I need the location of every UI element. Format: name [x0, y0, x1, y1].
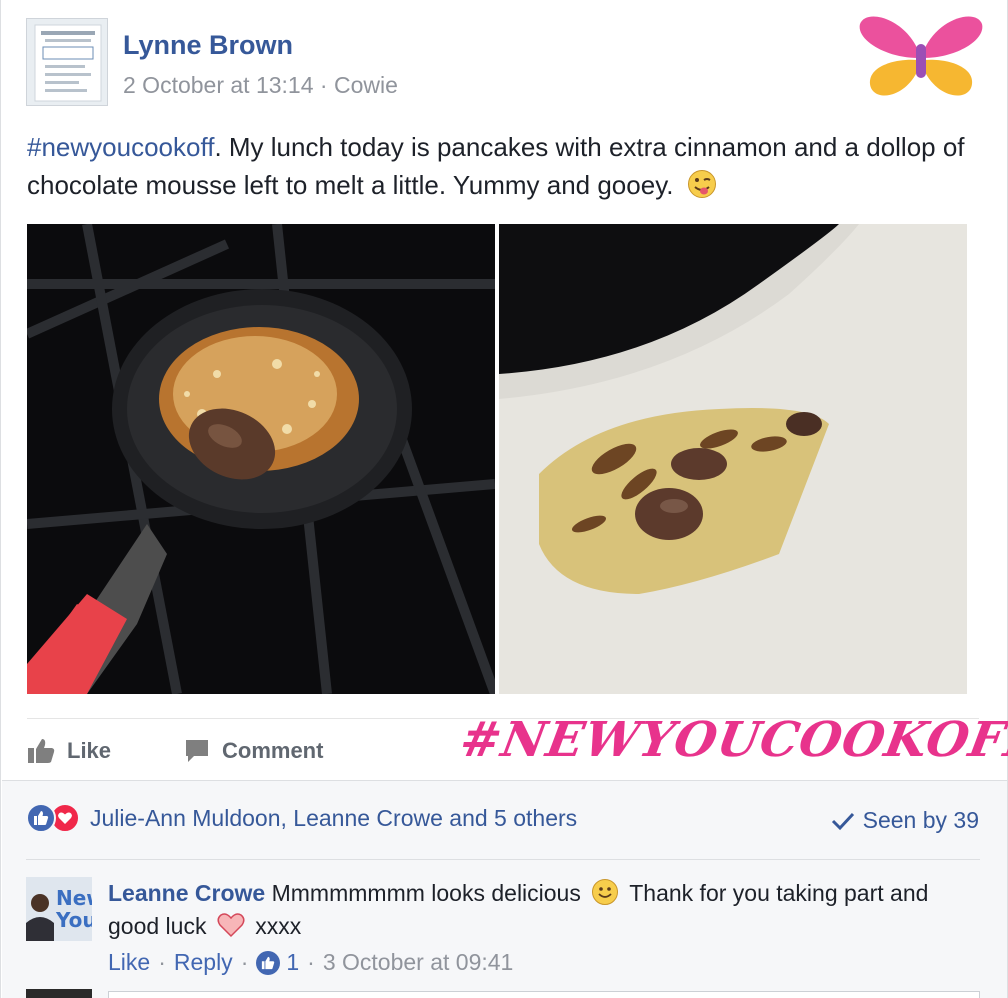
comment-text-part3: xxxx [255, 913, 302, 939]
comment-label: Comment [222, 738, 324, 763]
comment-date[interactable]: 3 October at 09:41 [323, 949, 514, 976]
thumbs-up-icon [28, 739, 55, 763]
svg-text:New: New [56, 886, 92, 910]
butterfly-logo [859, 16, 983, 96]
comment-icon [186, 740, 208, 762]
winking-tongue-emoji-icon [687, 170, 716, 198]
commenter-avatar[interactable]: New You [26, 877, 92, 941]
author-avatar[interactable] [26, 18, 108, 106]
smiley-emoji-icon [592, 879, 619, 905]
like-reaction-icon [26, 803, 56, 833]
post-meta: 2 October at 13:14 · Cowie [123, 72, 398, 99]
comment-actions: Like · Reply · 1 · 3 October at 09:41 [108, 949, 513, 976]
reply-input[interactable] [108, 991, 980, 998]
seen-by[interactable]: Seen by 39 [831, 807, 979, 834]
dot-separator: · [158, 949, 166, 975]
post-author[interactable]: Lynne Brown [123, 30, 293, 61]
like-label: Like [67, 738, 112, 763]
comment-like-link[interactable]: Like [108, 949, 150, 976]
svg-text:You: You [55, 908, 92, 932]
meta-separator: · [319, 72, 328, 98]
reply-user-avatar [26, 989, 92, 998]
heart-emoji-icon [217, 913, 245, 938]
comment-body: Leanne Crowe Mmmmmmmm looks delicious Th… [108, 877, 958, 943]
like-badge-icon [256, 950, 281, 975]
dot-separator: · [307, 949, 315, 975]
post-photo-plate[interactable] [499, 224, 967, 694]
post-hashtag[interactable]: #newyoucookoff [27, 132, 214, 162]
comment-reply-link[interactable]: Reply [174, 949, 233, 976]
comment-like-number: 1 [286, 949, 300, 975]
comment-author[interactable]: Leanne Crowe [108, 880, 265, 906]
like-button[interactable]: Like [27, 734, 111, 768]
seen-by-label: Seen by 39 [862, 807, 979, 833]
comment-button[interactable]: Comment [184, 734, 323, 768]
comment-text-part1: Mmmmmmmm looks delicious [271, 880, 581, 906]
comment-like-count[interactable]: 1 [256, 949, 299, 976]
post-date[interactable]: 2 October at 13:14 [123, 72, 314, 98]
post-footer: Julie-Ann Muldoon, Leanne Crowe and 5 ot… [2, 780, 1007, 998]
post-location[interactable]: Cowie [334, 72, 398, 98]
comments-divider [26, 859, 980, 860]
newyoucookoff-brand-text: #NEWYOUCOOKOFF [456, 712, 1008, 768]
checkmark-icon [831, 812, 854, 830]
post-card: Lynne Brown 2 October at 13:14 · Cowie #… [0, 0, 1008, 998]
dot-separator: · [240, 949, 249, 975]
reactors-text[interactable]: Julie-Ann Muldoon, Leanne Crowe and 5 ot… [90, 805, 577, 832]
post-photo-pan[interactable] [27, 224, 495, 694]
reaction-summary[interactable]: Julie-Ann Muldoon, Leanne Crowe and 5 ot… [26, 803, 577, 833]
post-text: #newyoucookoff. My lunch today is pancak… [27, 128, 977, 204]
